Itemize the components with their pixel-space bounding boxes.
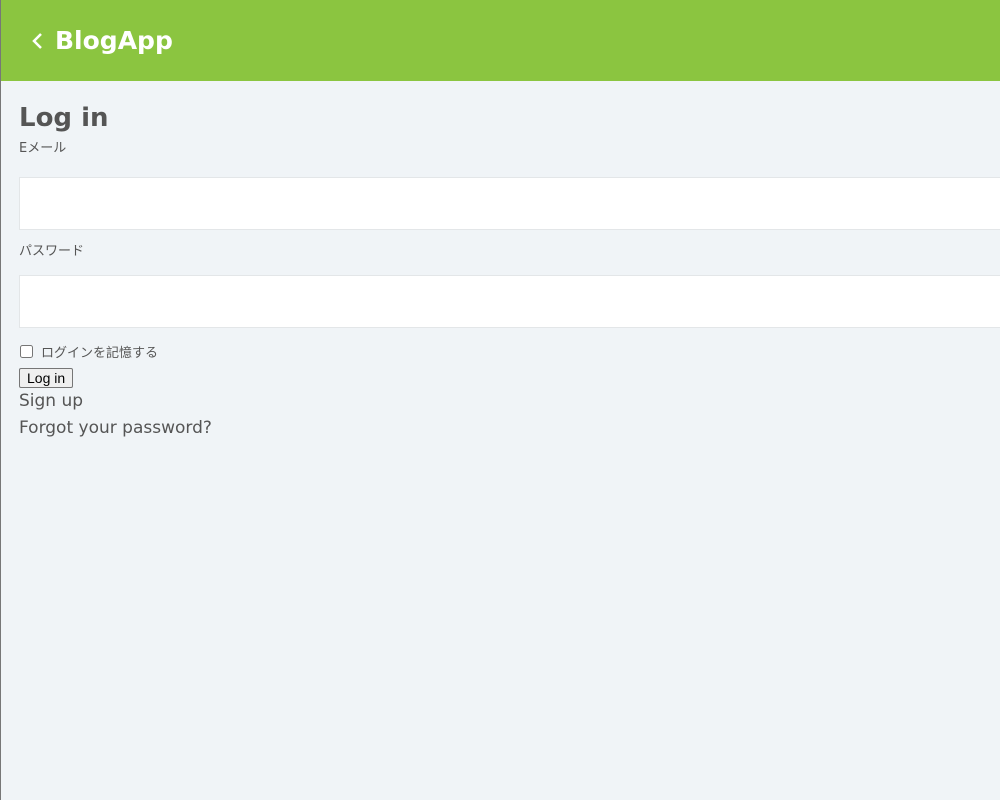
email-label: Eメール	[19, 141, 67, 156]
login-button[interactable]: Log in	[19, 368, 74, 388]
remember-me-label: ログインを記憶する	[41, 346, 159, 361]
signup-link[interactable]: Sign up	[19, 388, 982, 415]
app-title: BlogApp	[55, 26, 173, 55]
page-title: Log in	[19, 103, 109, 133]
password-field[interactable]	[19, 275, 1000, 328]
remember-me[interactable]: ログインを記憶する	[19, 342, 982, 361]
app-header: BlogApp	[1, 0, 1000, 81]
forgot-password-link[interactable]: Forgot your password?	[19, 415, 982, 442]
remember-me-checkbox[interactable]	[20, 345, 33, 358]
login-form: Log in Eメール パスワード ログインを記憶する Log in Sign …	[1, 103, 1000, 442]
password-label: パスワード	[19, 244, 85, 259]
email-field[interactable]	[19, 177, 1000, 230]
back-chevron-icon[interactable]	[31, 31, 45, 51]
